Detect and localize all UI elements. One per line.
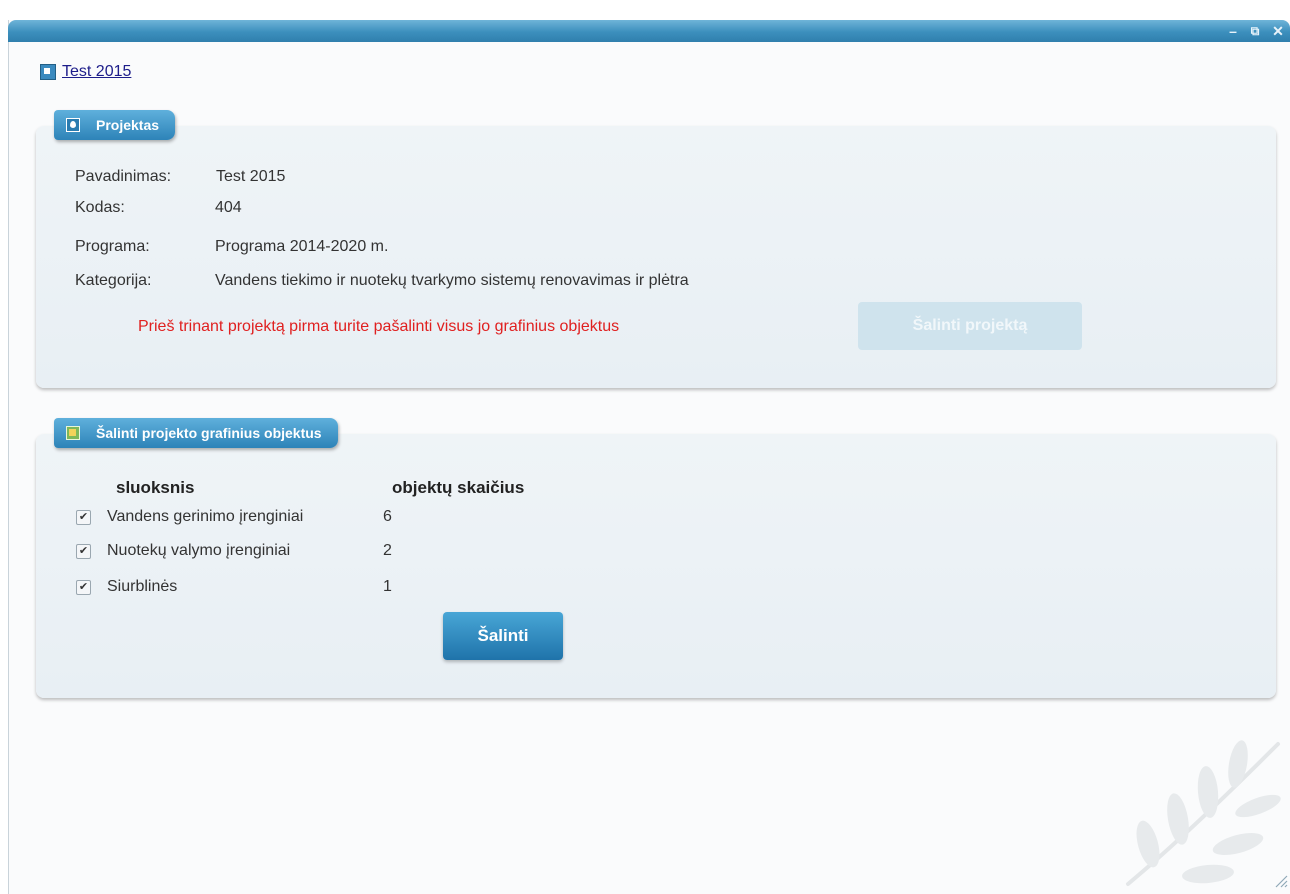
leaf-watermark-icon bbox=[1126, 740, 1281, 886]
minimize-icon[interactable]: – bbox=[1225, 24, 1241, 38]
field-value: Vandens tiekimo ir nuotekų tvarkymo sist… bbox=[215, 272, 689, 289]
project-panel-header: Projektas bbox=[54, 110, 176, 140]
project-panel bbox=[36, 126, 1276, 388]
field-value: 404 bbox=[215, 199, 242, 216]
layer-row: ✔ Vandens gerinimo įrenginiai 6 bbox=[76, 508, 392, 526]
delete-project-button[interactable]: Šalinti projektą bbox=[858, 302, 1082, 350]
layer-name: Siurblinės bbox=[107, 578, 178, 595]
layer-count: 2 bbox=[383, 542, 392, 559]
layer-count: 6 bbox=[383, 508, 392, 525]
field-label: Kodas: bbox=[75, 199, 125, 216]
field-row-program: Programa: Programa 2014-2020 m. bbox=[75, 238, 388, 256]
water-drop-icon bbox=[66, 118, 80, 132]
layer-checkbox[interactable]: ✔ bbox=[76, 509, 91, 525]
column-header-layer: sluoksnis bbox=[116, 478, 195, 497]
graphic-objects-panel bbox=[36, 434, 1276, 698]
project-panel-title: Projektas bbox=[96, 117, 160, 133]
column-header-count: objektų skaičius bbox=[392, 478, 525, 497]
restore-icon[interactable]: ⧉ bbox=[1247, 24, 1263, 38]
graphic-objects-panel-title: Šalinti projekto grafinius objektus bbox=[96, 425, 322, 441]
project-breadcrumb: Test 2015 bbox=[40, 63, 131, 81]
map-icon bbox=[66, 426, 80, 440]
delete-warning-text: Prieš trinant projektą pirma turite paša… bbox=[138, 318, 620, 335]
close-icon[interactable]: ✕ bbox=[1270, 24, 1286, 38]
layer-count: 1 bbox=[383, 578, 392, 595]
layer-row: ✔ Nuotekų valymo įrenginiai 2 bbox=[76, 542, 392, 560]
field-label: Pavadinimas: bbox=[75, 168, 172, 185]
delete-objects-button[interactable]: Šalinti bbox=[443, 612, 563, 660]
field-value: Test 2015 bbox=[216, 168, 286, 185]
layer-name: Vandens gerinimo įrenginiai bbox=[107, 508, 304, 525]
resize-grip-icon[interactable] bbox=[1272, 872, 1288, 888]
field-value: Programa 2014-2020 m. bbox=[215, 238, 389, 255]
field-row-category: Kategorija: Vandens tiekimo ir nuotekų t… bbox=[75, 272, 689, 290]
window-titlebar[interactable] bbox=[8, 20, 1290, 42]
project-icon bbox=[40, 64, 56, 80]
field-row-code: Kodas: 404 bbox=[75, 199, 242, 217]
field-label: Kategorija: bbox=[75, 272, 152, 289]
layer-checkbox[interactable]: ✔ bbox=[76, 579, 91, 595]
field-row-name: Pavadinimas: Test 2015 bbox=[75, 168, 285, 186]
layer-row: ✔ Siurblinės 1 bbox=[76, 578, 392, 596]
graphic-objects-panel-header: Šalinti projekto grafinius objektus bbox=[54, 418, 338, 448]
layer-name: Nuotekų valymo įrenginiai bbox=[107, 542, 291, 559]
layer-checkbox[interactable]: ✔ bbox=[76, 543, 91, 559]
project-link[interactable]: Test 2015 bbox=[62, 63, 131, 81]
field-label: Programa: bbox=[75, 238, 150, 255]
